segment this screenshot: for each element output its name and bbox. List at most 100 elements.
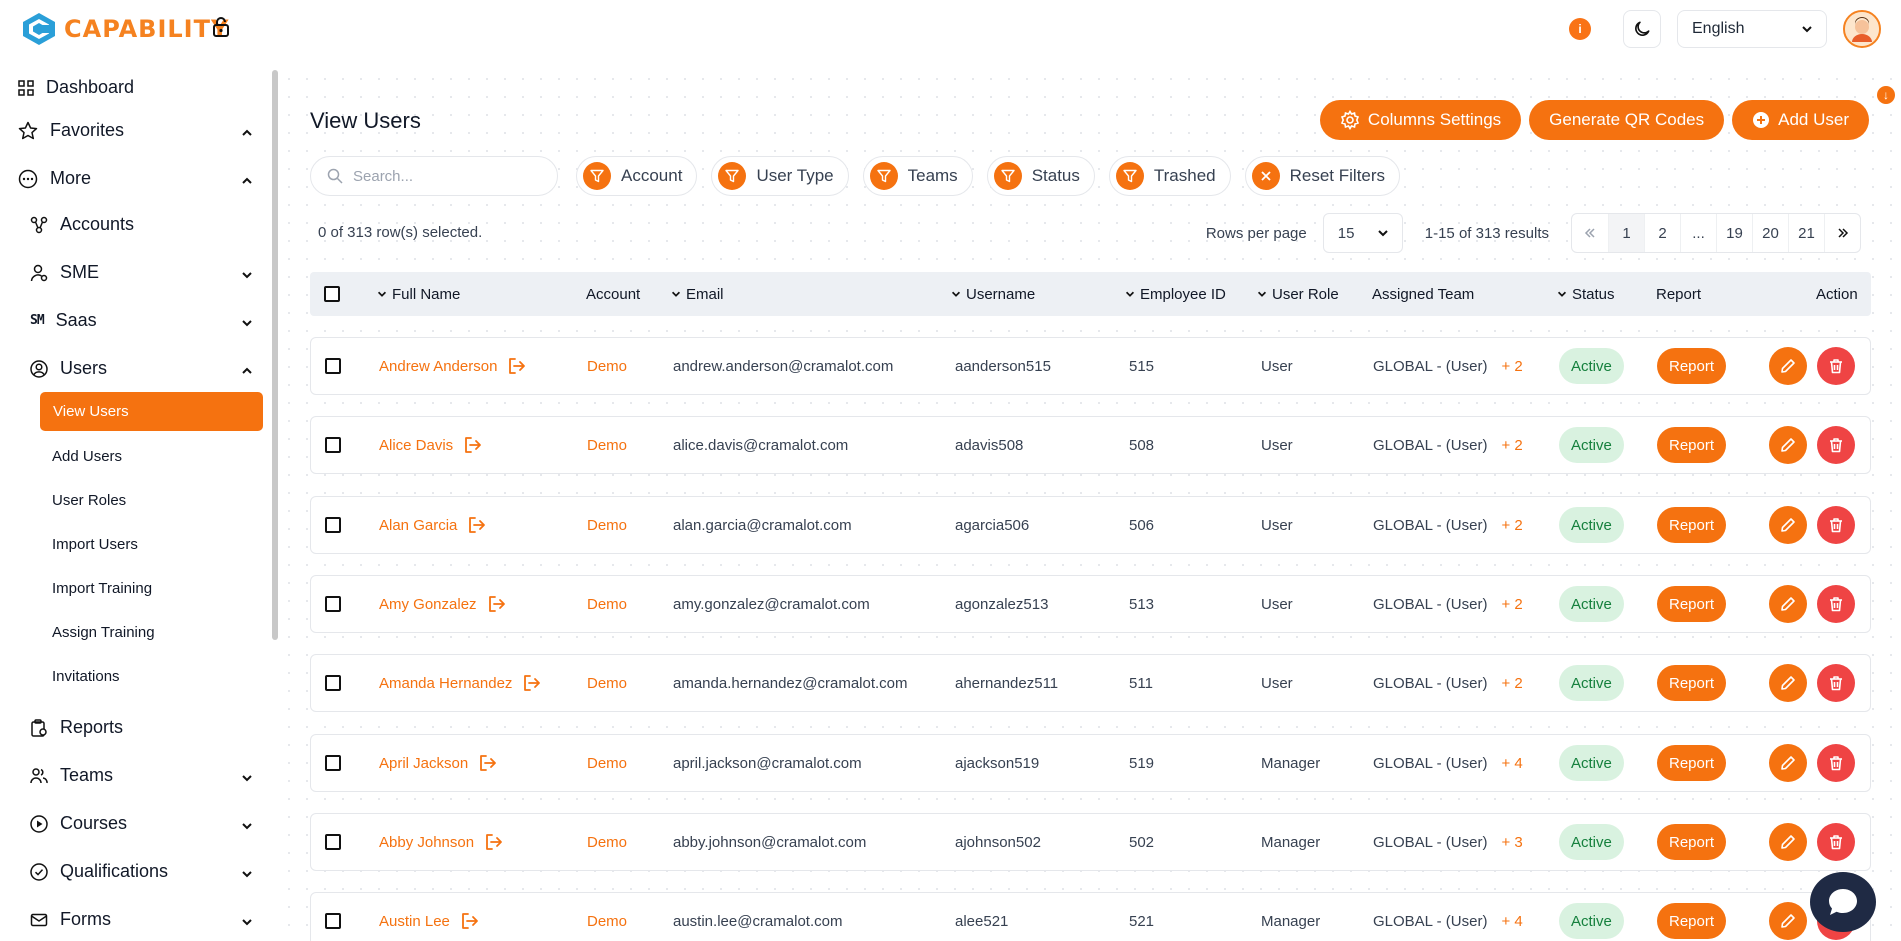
account-link[interactable]: Demo <box>587 735 627 791</box>
user-name-link[interactable]: Alice Davis <box>379 417 483 473</box>
reset-filters-button[interactable]: Reset Filters <box>1244 156 1401 196</box>
column-status[interactable]: Status <box>1556 272 1615 316</box>
table-row[interactable]: Alan Garcia Demo alan.garcia@cramalot.co… <box>310 496 1871 554</box>
user-name-link[interactable]: Alan Garcia <box>379 497 487 553</box>
user-name-link[interactable]: Andrew Anderson <box>379 338 527 394</box>
chevron-down-icon[interactable] <box>240 771 254 785</box>
sidebar-item-users[interactable]: Users <box>30 358 107 379</box>
extra-teams-count[interactable]: + 4 <box>1501 913 1522 930</box>
column-username[interactable]: Username <box>950 272 1035 316</box>
report-button[interactable]: Report <box>1657 427 1727 463</box>
chevron-up-icon[interactable] <box>240 364 254 378</box>
extra-teams-count[interactable]: + 2 <box>1501 675 1522 692</box>
row-checkbox[interactable] <box>325 576 341 632</box>
table-row[interactable]: Amy Gonzalez Demo amy.gonzalez@cramalot.… <box>310 575 1871 633</box>
columns-settings-button[interactable]: Columns Settings <box>1319 100 1522 140</box>
language-select[interactable]: English <box>1677 10 1827 48</box>
account-link[interactable]: Demo <box>587 814 627 870</box>
login-as-icon[interactable] <box>522 673 542 693</box>
page-button[interactable]: 1 <box>1608 214 1644 252</box>
edit-button[interactable] <box>1769 585 1807 623</box>
chevron-down-icon[interactable] <box>240 316 254 330</box>
sidebar-item-courses[interactable]: Courses <box>30 813 127 834</box>
account-link[interactable]: Demo <box>587 497 627 553</box>
first-page-button[interactable] <box>1572 214 1608 252</box>
sidebar-item-more[interactable]: More <box>18 168 91 189</box>
login-as-icon[interactable] <box>463 435 483 455</box>
generate-qr-codes-button[interactable]: Generate QR Codes <box>1529 100 1725 140</box>
account-link[interactable]: Demo <box>587 417 627 473</box>
delete-button[interactable] <box>1817 426 1855 464</box>
sidebar-item-teams[interactable]: Teams <box>30 765 113 786</box>
sidebar-item-reports[interactable]: Reports <box>30 717 123 738</box>
scroll-down-icon[interactable]: ↓ <box>1877 86 1895 104</box>
delete-button[interactable] <box>1817 664 1855 702</box>
extra-teams-count[interactable]: + 4 <box>1501 755 1522 772</box>
edit-button[interactable] <box>1769 823 1807 861</box>
sidebar-item-favorites[interactable]: Favorites <box>18 120 124 141</box>
delete-button[interactable] <box>1817 744 1855 782</box>
edit-button[interactable] <box>1769 664 1807 702</box>
report-button[interactable]: Report <box>1657 348 1727 384</box>
login-as-icon[interactable] <box>478 753 498 773</box>
row-checkbox[interactable] <box>325 893 341 941</box>
table-row[interactable]: Amanda Hernandez Demo amanda.hernandez@c… <box>310 654 1871 712</box>
extra-teams-count[interactable]: + 2 <box>1501 358 1522 375</box>
row-checkbox[interactable] <box>325 655 341 711</box>
table-row[interactable]: Alice Davis Demo alice.davis@cramalot.co… <box>310 416 1871 474</box>
account-link[interactable]: Demo <box>587 338 627 394</box>
row-checkbox[interactable] <box>325 497 341 553</box>
sidebar-item-qualifications[interactable]: Qualifications <box>30 861 168 882</box>
chevron-down-icon[interactable] <box>240 867 254 881</box>
last-page-button[interactable] <box>1824 214 1860 252</box>
row-checkbox[interactable] <box>325 338 341 394</box>
row-checkbox[interactable] <box>325 735 341 791</box>
chevron-down-icon[interactable] <box>240 915 254 929</box>
user-name-link[interactable]: Austin Lee <box>379 893 480 941</box>
user-name-link[interactable]: Amanda Hernandez <box>379 655 542 711</box>
page-button[interactable]: 21 <box>1788 214 1824 252</box>
user-name-link[interactable]: Amy Gonzalez <box>379 576 507 632</box>
filter-user-type[interactable]: User Type <box>711 156 849 196</box>
login-as-icon[interactable] <box>507 356 527 376</box>
delete-button[interactable] <box>1817 506 1855 544</box>
column-assigned-team[interactable]: Assigned Team <box>1372 272 1474 316</box>
login-as-icon[interactable] <box>467 515 487 535</box>
rows-per-page-select[interactable]: 15 <box>1322 213 1403 253</box>
theme-toggle-button[interactable] <box>1623 10 1661 48</box>
sidebar-item-invitations[interactable]: Invitations <box>52 668 120 685</box>
table-row[interactable]: April Jackson Demo april.jackson@cramalo… <box>310 734 1871 792</box>
notification-badge[interactable]: i <box>1569 18 1591 40</box>
filter-teams[interactable]: Teams <box>862 156 973 196</box>
filter-status[interactable]: Status <box>986 156 1095 196</box>
user-name-link[interactable]: Abby Johnson <box>379 814 504 870</box>
delete-button[interactable] <box>1817 585 1855 623</box>
login-as-icon[interactable] <box>460 911 480 931</box>
table-row[interactable]: Austin Lee Demo austin.lee@cramalot.com … <box>310 892 1871 941</box>
row-checkbox[interactable] <box>325 814 341 870</box>
column-user-role[interactable]: User Role <box>1256 272 1339 316</box>
brand-logo[interactable]: CAPABILITY <box>20 12 229 46</box>
column-email[interactable]: Email <box>670 272 724 316</box>
edit-button[interactable] <box>1769 744 1807 782</box>
chevron-up-icon[interactable] <box>240 126 254 140</box>
filter-trashed[interactable]: Trashed <box>1108 156 1231 196</box>
edit-button[interactable] <box>1769 506 1807 544</box>
delete-button[interactable] <box>1817 823 1855 861</box>
search-input[interactable]: Search... <box>310 156 558 196</box>
account-link[interactable]: Demo <box>587 576 627 632</box>
chevron-up-icon[interactable] <box>240 174 254 188</box>
chevron-down-icon[interactable] <box>240 268 254 282</box>
login-as-icon[interactable] <box>487 594 507 614</box>
chevron-down-icon[interactable] <box>240 819 254 833</box>
user-avatar[interactable] <box>1843 10 1881 48</box>
report-button[interactable]: Report <box>1657 824 1727 860</box>
edit-button[interactable] <box>1769 902 1807 940</box>
sidebar-item-import-users[interactable]: Import Users <box>52 536 138 553</box>
report-button[interactable]: Report <box>1657 586 1727 622</box>
page-button[interactable]: 2 <box>1644 214 1680 252</box>
sidebar-item-user-roles[interactable]: User Roles <box>52 492 126 509</box>
extra-teams-count[interactable]: + 2 <box>1501 437 1522 454</box>
unlock-icon[interactable] <box>212 16 230 38</box>
column-full-name[interactable]: Full Name <box>376 272 460 316</box>
